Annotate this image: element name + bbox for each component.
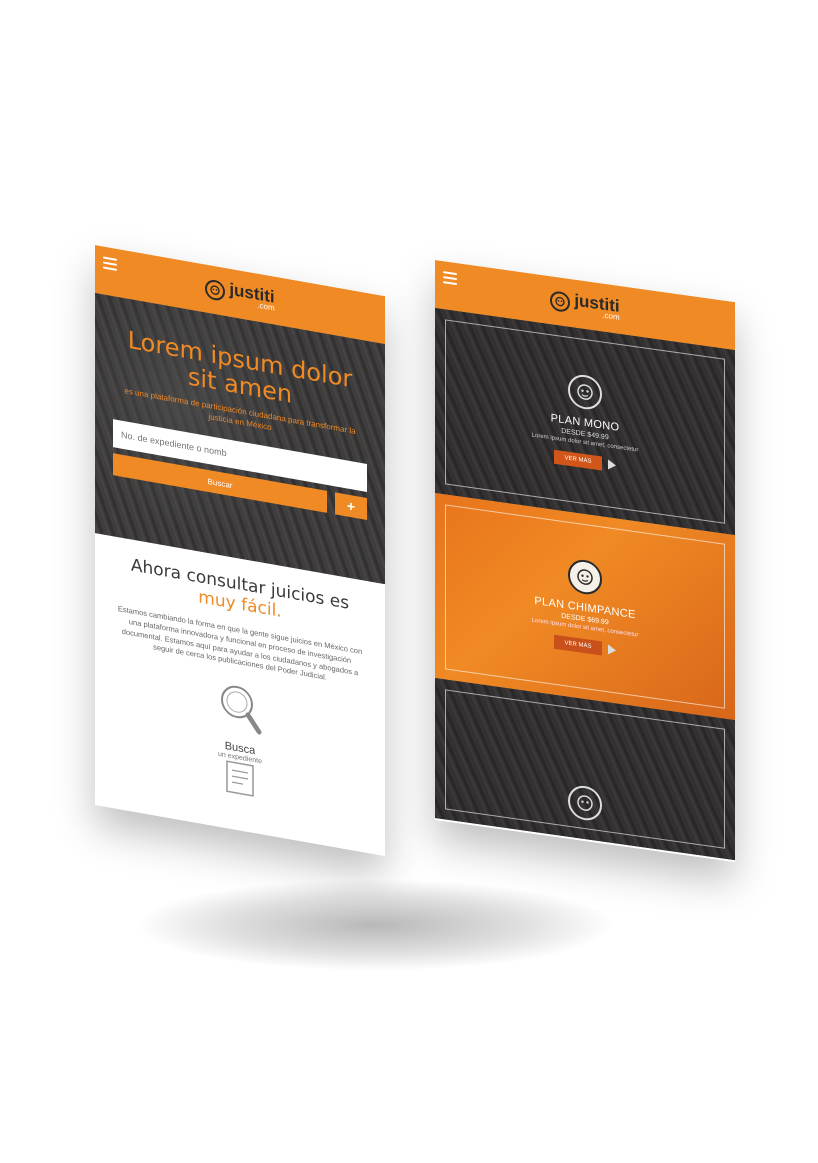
document-icon [226, 760, 254, 798]
plan-frame: PLAN MONO DESDE $49.99 Lorem ipsum dolor… [445, 319, 725, 524]
right-phone-screen: justiti .com PLAN MONO DESDE $49.99 Lore… [435, 260, 735, 863]
plan-actions: VER MÁS [554, 634, 616, 658]
play-icon[interactable] [607, 644, 616, 656]
plan-frame [445, 689, 725, 849]
monkey-icon [568, 783, 602, 823]
plan-more-button[interactable]: VER MÁS [554, 634, 602, 656]
intro-section: Ahora consultar juicios es muy fácil. Es… [95, 533, 385, 847]
plan-frame: PLAN CHIMPANCE DESDE $69.99 Lorem ipsum … [445, 504, 725, 709]
plan-actions: VER MÁS [554, 449, 616, 473]
add-button[interactable]: + [335, 492, 367, 521]
monkey-icon [568, 372, 602, 412]
logo[interactable]: justiti .com [550, 288, 620, 322]
device-shadow [140, 880, 610, 970]
hero: Lorem ipsum dolor sit amen es una plataf… [95, 293, 385, 585]
monkey-icon [568, 557, 602, 597]
logo[interactable]: justiti .com [205, 276, 275, 313]
plan-more-button[interactable]: VER MÁS [554, 449, 602, 471]
menu-icon[interactable] [443, 271, 457, 286]
menu-icon[interactable] [103, 256, 117, 271]
play-icon[interactable] [607, 459, 616, 471]
left-phone-screen: justiti .com Lorem ipsum dolor sit amen … [95, 245, 385, 857]
magnifier-icon [221, 686, 262, 735]
monkey-logo-icon [205, 278, 226, 302]
monkey-logo-icon [550, 290, 571, 314]
